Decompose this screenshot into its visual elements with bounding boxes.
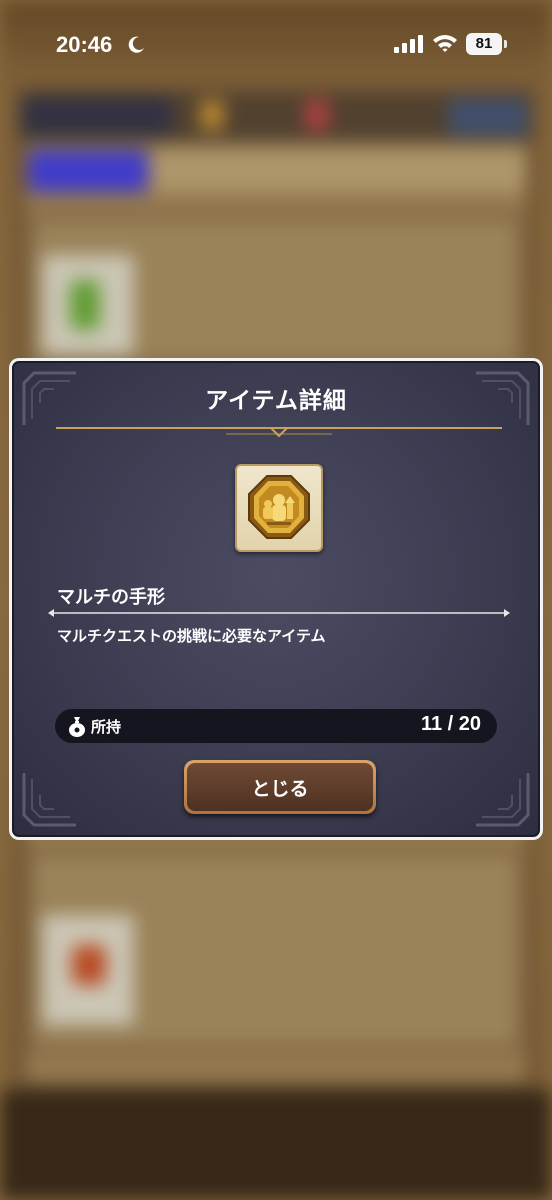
item-detail-dialog: アイテム詳細 マルチの手形 マルチクエストの挑戦に必要なアイテム 所持 11 /… <box>9 358 543 840</box>
status-time: 20:46 <box>56 32 113 57</box>
dialog-panel: アイテム詳細 マルチの手形 マルチクエストの挑戦に必要なアイテム 所持 11 /… <box>12 361 540 837</box>
item-description: マルチクエストの挑戦に必要なアイテム <box>57 627 326 645</box>
title-divider <box>56 427 502 438</box>
ownership-label: 所持 <box>91 718 122 736</box>
status-bar: 20:46 81 <box>0 0 552 90</box>
item-name: マルチの手形 <box>57 587 165 608</box>
corner-ornament <box>476 773 530 827</box>
wifi-icon <box>433 35 457 52</box>
cellular-signal-icon <box>394 35 423 53</box>
corner-ornament <box>22 773 76 827</box>
name-divider <box>48 609 510 617</box>
battery-level: 81 <box>475 35 493 52</box>
ownership-count: 11 / 20 <box>420 713 481 735</box>
moon-icon <box>128 36 144 53</box>
bag-icon <box>69 717 85 737</box>
dialog-title: アイテム詳細 <box>205 388 347 414</box>
multi-token-medal-icon <box>248 475 310 539</box>
close-button-label: とじる <box>251 777 309 800</box>
item-image <box>235 464 323 552</box>
close-button[interactable]: とじる <box>184 760 376 814</box>
battery-icon: 81 <box>466 33 508 55</box>
ownership-bar: 所持 11 / 20 <box>55 709 497 743</box>
